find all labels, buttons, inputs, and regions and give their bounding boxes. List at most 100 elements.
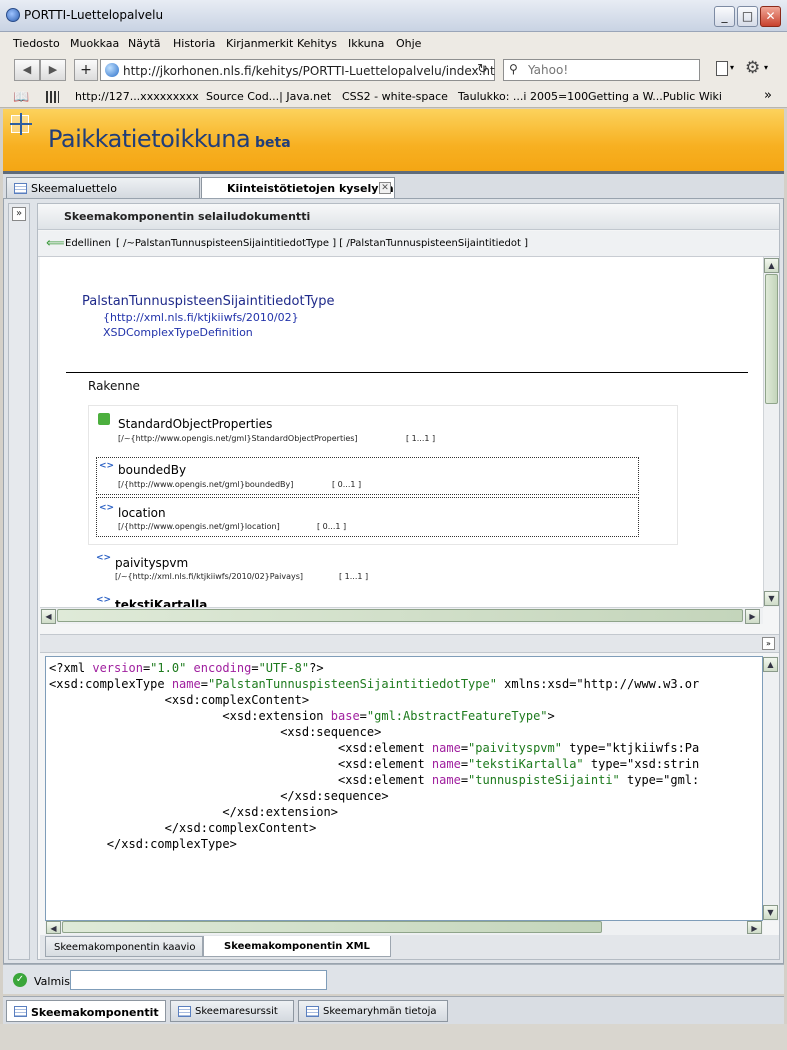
component-name[interactable]: paivityspvm — [115, 556, 188, 570]
maximize-button[interactable]: □ — [737, 6, 758, 27]
search-input[interactable] — [528, 63, 693, 77]
close-button[interactable]: ✕ — [760, 6, 781, 27]
table-icon — [178, 1006, 191, 1017]
menu-kehitys[interactable]: Kehitys — [297, 37, 337, 50]
table-icon — [14, 183, 27, 194]
type-name: PalstanTunnuspisteenSijaintitiedotType — [82, 294, 335, 309]
search-icon[interactable]: ⚲ — [509, 62, 518, 76]
gear-menu-chevron-icon[interactable]: ▾ — [764, 63, 768, 72]
table-icon — [306, 1006, 319, 1017]
breadcrumb[interactable]: [ /~PalstanTunnuspisteenSijaintitiedotTy… — [116, 238, 528, 249]
scroll-thumb[interactable] — [765, 274, 778, 404]
bookmark-3[interactable]: CSS2 - white-space — [342, 90, 448, 103]
panel-title: Skeemakomponentin selailudokumentti — [64, 210, 311, 223]
grid-icon[interactable] — [46, 91, 59, 103]
menu-kirjanmerkit[interactable]: Kirjanmerkit — [226, 37, 293, 50]
component-ref: [/{http://www.opengis.net/gml}boundedBy] — [118, 480, 294, 489]
tab-xml[interactable]: Skeemakomponentin XML — [203, 936, 391, 957]
scroll-left-icon[interactable]: ◀ — [41, 609, 56, 624]
bookmark-1[interactable]: http://127...xxxxxxxxx — [75, 90, 199, 103]
collapse-panel-icon[interactable]: » — [762, 637, 775, 650]
element-box-location[interactable] — [96, 497, 639, 537]
menu-historia[interactable]: Historia — [173, 37, 215, 50]
component-name[interactable]: StandardObjectProperties — [118, 417, 272, 431]
menu-ikkuna[interactable]: Ikkuna — [348, 37, 384, 50]
xml-code-view[interactable]: <?xml version="1.0" encoding="UTF-8"?> <… — [45, 656, 763, 921]
new-tab-button[interactable]: + — [74, 59, 98, 81]
component-name[interactable]: location — [118, 506, 166, 520]
tab-label: Skeemaresurssit — [195, 1006, 278, 1017]
tab-kiinteistotietojen[interactable]: Kiinteistötietojen kyselypa ✕ — [201, 177, 395, 199]
main-tab-strip: Skeemaluettelo Kiinteistötietojen kysely… — [3, 171, 784, 199]
beta-badge: beta — [255, 135, 291, 151]
page-menu-chevron-icon[interactable]: ▾ — [730, 63, 734, 72]
back-arrow-icon[interactable]: ⟸ — [46, 236, 65, 251]
more-bookmarks-icon[interactable]: » — [764, 88, 772, 103]
tab-skeemaryhman-tietoja[interactable]: Skeemaryhmän tietoja — [298, 1000, 448, 1022]
window-title: PORTTI-Luettelopalvelu — [24, 8, 164, 22]
tab-kaavio[interactable]: Skeemakomponentin kaavio — [45, 936, 203, 957]
app-title: Paikkatietoikkuna — [48, 125, 251, 153]
bottom-tab-strip: Skeemakomponentit Skeemaresurssit Skeema… — [3, 996, 784, 1024]
bookmark-4[interactable]: Taulukko: ...i 2005=100 — [458, 90, 588, 103]
scroll-thumb[interactable] — [57, 609, 743, 622]
minimize-button[interactable]: _ — [714, 6, 735, 27]
window-titlebar: PORTTI-Luettelopalvelu _ □ ✕ — [0, 0, 787, 32]
navigation-row: ⟸ Edellinen [ /~PalstanTunnuspisteenSija… — [38, 231, 779, 257]
puzzle-icon — [98, 413, 110, 425]
menu-muokkaa[interactable]: Muokkaa — [70, 37, 119, 50]
sub-tab-strip: Skeemakomponentin kaavio Skeemakomponent… — [40, 935, 779, 959]
check-icon: ✓ — [13, 973, 27, 987]
panel-header: Skeemakomponentin selailudokumentti — [38, 204, 779, 230]
component-name[interactable]: boundedBy — [118, 463, 186, 477]
definition-text: XSDComplexTypeDefinition — [103, 326, 253, 339]
forward-button[interactable]: ▶ — [40, 59, 66, 81]
search-box[interactable]: ⚲ — [503, 59, 700, 81]
document-horizontal-scrollbar[interactable]: ◀ ▶ — [40, 607, 763, 624]
tab-skeemaluettelo[interactable]: Skeemaluettelo — [6, 177, 200, 198]
component-name[interactable]: tekstiKartalla — [115, 598, 207, 607]
menu-ohje[interactable]: Ohje — [396, 37, 421, 50]
scroll-right-icon[interactable]: ▶ — [745, 609, 760, 624]
component-ref: [/~{http://xml.nls.fi/ktjkiiwfs/2010/02}… — [115, 572, 304, 581]
tab-skeemaresurssit[interactable]: Skeemaresurssit — [170, 1000, 294, 1022]
book-icon[interactable]: 📖 — [13, 90, 29, 105]
scroll-down-icon[interactable]: ▼ — [764, 591, 779, 606]
url-bar[interactable]: http://jkorhonen.nls.fi/kehitys/PORTTI-L… — [100, 59, 495, 81]
scroll-up-icon[interactable]: ▲ — [764, 258, 779, 273]
section-heading: Rakenne — [88, 379, 140, 393]
bookmark-5[interactable]: Getting a W...Public Wiki — [588, 90, 722, 103]
url-text[interactable]: http://jkorhonen.nls.fi/kehitys/PORTTI-L… — [123, 64, 495, 78]
namespace-text: {http://xml.nls.fi/ktjkiiwfs/2010/02} — [103, 311, 299, 324]
status-field — [70, 970, 327, 990]
navigation-toolbar: ◀ ▶ + http://jkorhonen.nls.fi/kehitys/PO… — [0, 54, 787, 86]
menu-nayta[interactable]: Näytä — [128, 37, 161, 50]
bookmark-2[interactable]: Source Cod...| Java.net — [206, 90, 331, 103]
scroll-thumb[interactable] — [62, 921, 602, 933]
gear-icon[interactable]: ⚙ — [745, 58, 760, 78]
component-occurs: [ 1...1 ] — [339, 572, 369, 581]
back-button[interactable]: ◀ — [14, 59, 40, 81]
document-view: PalstanTunnuspisteenSijaintitiedotType {… — [40, 257, 763, 607]
bookmarks-bar: 📖 http://127...xxxxxxxxx Source Cod...| … — [0, 86, 787, 108]
menu-tiedosto[interactable]: Tiedosto — [13, 37, 60, 50]
previous-link[interactable]: Edellinen — [65, 238, 111, 249]
tab-close-icon[interactable]: ✕ — [379, 182, 391, 194]
reload-icon[interactable]: ↻ — [477, 62, 488, 77]
app-header: Paikkatietoikkuna beta — [3, 109, 784, 171]
tab-skeemakomponentit[interactable]: Skeemakomponentit — [6, 1000, 166, 1022]
xml-vertical-scrollbar[interactable]: ▲ ▼ — [763, 656, 779, 921]
globe-icon — [105, 63, 119, 77]
scroll-down-icon[interactable]: ▼ — [763, 905, 778, 920]
component-ref: [/~{http://www.opengis.net/gml}StandardO… — [118, 434, 358, 443]
component-ref: [/{http://www.opengis.net/gml}location] — [118, 522, 280, 531]
xml-horizontal-scrollbar[interactable]: ◀ ▶ — [45, 921, 763, 935]
tab-label: Skeemaryhmän tietoja — [323, 1006, 437, 1017]
logo-crosshair-v — [20, 113, 22, 135]
page-icon[interactable] — [716, 61, 728, 76]
scroll-left-icon[interactable]: ◀ — [46, 921, 61, 934]
scroll-right-icon[interactable]: ▶ — [747, 921, 762, 934]
scroll-up-icon[interactable]: ▲ — [763, 657, 778, 672]
document-vertical-scrollbar[interactable]: ▲ ▼ — [763, 257, 779, 607]
expand-panel-icon[interactable]: » — [12, 207, 26, 221]
